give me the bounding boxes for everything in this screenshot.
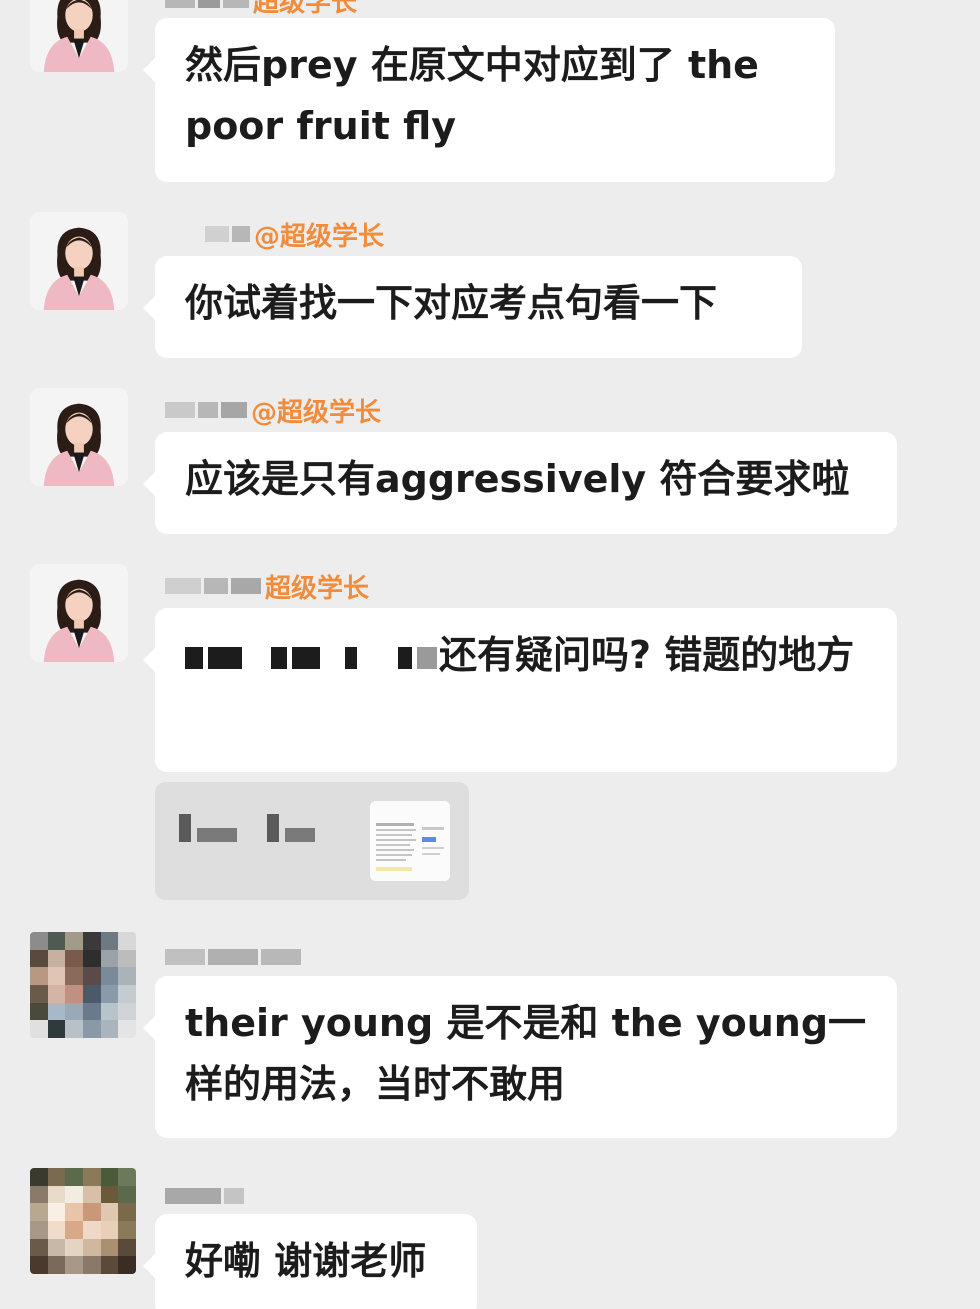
redacted-text (185, 646, 437, 669)
blurred-name (165, 402, 247, 418)
chat-area: 超级学长 然后prey 在原文中对应到了 the poor fruit fly … (0, 0, 980, 1309)
message-text: 好嘞 谢谢老师 (185, 1239, 427, 1283)
woman-avatar-icon (30, 564, 128, 662)
sender-name: @超级学长 (165, 394, 381, 428)
blurred-name (205, 226, 250, 242)
message-bubble[interactable]: 还有疑问吗? 错题的地方 (143, 608, 897, 772)
message-bubble[interactable]: their young 是不是和 the young一样的用法，当时不敢用 (143, 976, 897, 1138)
blurred-name (165, 0, 249, 8)
blurred-name (165, 949, 301, 965)
message-text: 还有疑问吗? 错题的地方 (439, 633, 855, 677)
teacher-avatar[interactable] (30, 388, 128, 486)
woman-avatar-icon (30, 212, 128, 310)
student-avatar[interactable] (30, 932, 136, 1038)
sender-name: @超级学长 (205, 218, 384, 252)
sender-name (165, 1180, 248, 1212)
woman-avatar-icon (30, 388, 128, 486)
sender-name (165, 941, 305, 973)
message-text: 应该是只有aggressively 符合要求啦 (185, 457, 850, 501)
teacher-avatar[interactable] (30, 564, 128, 662)
blurred-name (165, 1188, 244, 1204)
sender-name: 超级学长 (165, 570, 369, 604)
message-text: their young 是不是和 the young一样的用法，当时不敢用 (185, 1001, 867, 1106)
message-bubble[interactable]: 然后prey 在原文中对应到了 the poor fruit fly (143, 18, 835, 182)
teacher-avatar[interactable] (30, 212, 128, 310)
blurred-file-name (179, 814, 315, 842)
sender-name: 超级学长 (165, 0, 357, 18)
student-avatar[interactable] (30, 1168, 136, 1274)
message-bubble[interactable]: 你试着找一下对应考点句看一下 (143, 256, 802, 358)
document-thumbnail-icon[interactable] (370, 801, 450, 881)
woman-avatar-icon (30, 0, 128, 72)
message-bubble[interactable]: 应该是只有aggressively 符合要求啦 (143, 432, 897, 534)
message-text: 你试着找一下对应考点句看一下 (185, 281, 718, 325)
blurred-name (165, 578, 261, 594)
message-text: 然后prey 在原文中对应到了 the poor fruit fly (185, 43, 759, 148)
message-bubble[interactable]: 好嘞 谢谢老师 (143, 1214, 477, 1309)
teacher-avatar[interactable] (30, 0, 128, 72)
